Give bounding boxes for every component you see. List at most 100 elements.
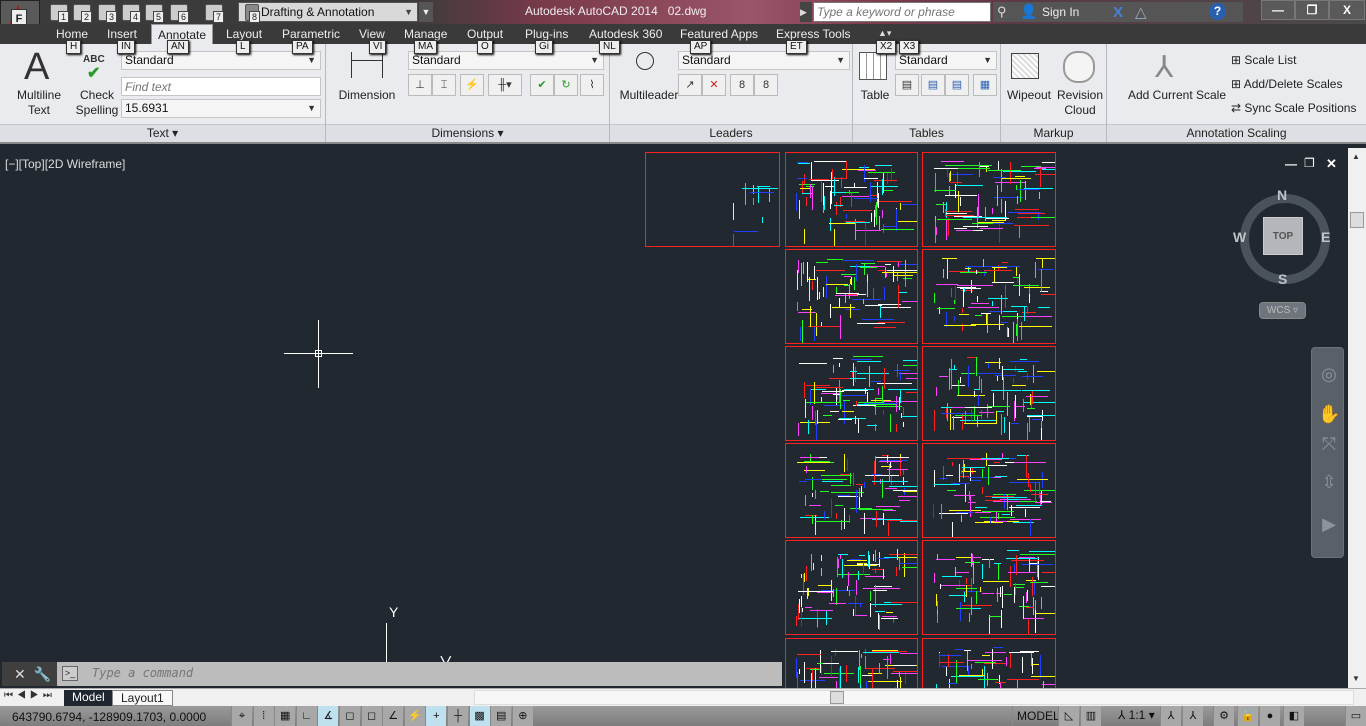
pan-icon[interactable]: ✋ <box>1318 404 1340 426</box>
orbit-icon[interactable]: ⇳ <box>1318 472 1340 494</box>
tab-view[interactable]: View <box>359 27 385 41</box>
showmotion-icon[interactable]: ▶ <box>1318 514 1340 536</box>
viewport-controls-label[interactable]: [−][Top][2D Wireframe] <box>5 157 125 171</box>
update-icon[interactable]: ↻ <box>554 74 578 96</box>
minimize-button[interactable]: — <box>1261 0 1295 20</box>
command-prompt-icon[interactable]: >_ <box>62 666 78 681</box>
continue-dim-icon[interactable]: ╫▾ <box>488 74 522 96</box>
quick-access-button[interactable]: 7 <box>205 4 224 23</box>
scroll-thumb[interactable] <box>1350 212 1364 228</box>
extract-data-icon[interactable]: ▤ <box>895 74 919 96</box>
workspace-switching-icon[interactable]: ⚙ <box>1213 706 1234 726</box>
viewport-close-button[interactable]: ✕ <box>1326 156 1337 172</box>
multiline-text-button[interactable]: Multiline Text <box>12 88 66 118</box>
table-button[interactable]: Table <box>857 88 893 103</box>
tab-manage[interactable]: Manage <box>404 27 447 41</box>
tab-navigation-arrows[interactable]: ⏮◀▶⏭ <box>4 690 56 701</box>
drawing-sheet[interactable] <box>645 152 780 247</box>
leaders-panel-label[interactable]: Leaders <box>610 124 852 142</box>
model-space-toggle[interactable]: MODEL <box>1012 706 1064 726</box>
jogged-linear-icon[interactable]: ⌇ <box>580 74 604 96</box>
tab-express-tools[interactable]: Express Tools <box>776 27 850 41</box>
inspect-icon[interactable]: ✔ <box>530 74 554 96</box>
autodesk-360-icon[interactable]: △ <box>1135 3 1147 21</box>
wcs-dropdown[interactable]: WCS ▿ <box>1259 302 1306 319</box>
grid-display-toggle-icon[interactable]: ▦ <box>274 706 296 726</box>
dim-space-icon[interactable]: ⌶ <box>432 74 456 96</box>
search-input[interactable] <box>813 2 991 22</box>
drawing-sheet[interactable] <box>922 540 1056 635</box>
viewcube-top-face[interactable]: TOP <box>1263 217 1303 255</box>
search-expand-icon[interactable]: ▶ <box>800 2 812 22</box>
vertical-scrollbar[interactable]: ▲ ▼ <box>1348 148 1366 688</box>
tab-model[interactable]: Model <box>64 690 113 706</box>
scroll-thumb[interactable] <box>830 691 844 704</box>
compass-east[interactable]: E <box>1321 229 1330 245</box>
drawing-sheet[interactable] <box>922 638 1056 688</box>
wrench-icon[interactable]: 🔧 <box>34 666 51 682</box>
tab-autodesk-360[interactable]: Autodesk 360 <box>589 27 662 41</box>
drawing-sheet[interactable] <box>922 346 1056 441</box>
clean-screen-icon[interactable]: ▭ <box>1345 706 1366 726</box>
restore-button[interactable]: ❐ <box>1295 0 1329 20</box>
add-delete-scales-button[interactable]: ⊞ Add/Delete Scales <box>1231 77 1342 91</box>
lock-icon[interactable]: 🔓 <box>1237 706 1258 726</box>
tab-plug-ins[interactable]: Plug-ins <box>525 27 568 41</box>
quick-access-button[interactable]: 3 <box>98 4 117 23</box>
ortho-mode-toggle-icon[interactable]: ∟ <box>295 706 317 726</box>
upload-data-icon[interactable]: ▤ <box>945 74 969 96</box>
drawing-sheet[interactable] <box>785 540 918 635</box>
drawing-viewport[interactable]: [−][Top][2D Wireframe] Y ╳ — ❐ ✕ TOP N S… <box>0 148 1348 688</box>
scroll-up-icon[interactable]: ▲ <box>1352 152 1360 161</box>
link-data-icon[interactable]: ▤ <box>921 74 945 96</box>
drawing-sheet[interactable] <box>922 443 1056 538</box>
quick-properties-toggle-icon[interactable]: ▤ <box>490 706 512 726</box>
sign-in-button[interactable]: Sign In <box>1042 5 1079 19</box>
quick-access-button[interactable]: 5 <box>145 4 164 23</box>
wipeout-button[interactable]: Wipeout <box>1003 88 1055 103</box>
drawing-sheet[interactable] <box>922 152 1056 247</box>
add-current-scale-button[interactable]: Add Current Scale <box>1117 88 1237 103</box>
tab-insert[interactable]: Insert <box>107 27 137 41</box>
quick-access-button[interactable]: 2 <box>73 4 92 23</box>
drawing-sheet[interactable] <box>785 346 918 441</box>
workspace-dropdown[interactable]: Drafting & Annotation ▼ <box>238 2 418 22</box>
drawing-sheet[interactable] <box>785 152 918 247</box>
dynamic-ucs-toggle-icon[interactable]: ⚡ <box>403 706 425 726</box>
infer-constraints-toggle-icon[interactable]: ⌖ <box>231 706 252 726</box>
text-panel-label[interactable]: Text ▾ <box>0 124 325 142</box>
isolate-objects-icon[interactable]: ◧ <box>1283 706 1304 726</box>
horizontal-scrollbar[interactable] <box>474 690 1354 705</box>
help-icon[interactable]: ? <box>1209 3 1226 20</box>
snap-mode-toggle-icon[interactable]: ⁞ <box>252 706 274 726</box>
polar-tracking-toggle-icon[interactable]: ∡ <box>317 706 339 726</box>
layout-view-icon[interactable]: ◺ <box>1058 706 1079 726</box>
lineweight-toggle-icon[interactable]: ┼ <box>447 706 468 726</box>
quick-access-button[interactable]: 4 <box>122 4 141 23</box>
minimize-ribbon-button[interactable]: ▲▾ <box>878 28 891 39</box>
annotation-scale-dropdown[interactable]: ⅄ 1:1 ▾ <box>1118 708 1155 722</box>
tab-output[interactable]: Output <box>467 27 503 41</box>
coordinates-readout[interactable]: 643790.6794, -128909.1703, 0.0000 <box>12 710 206 724</box>
dimension-button[interactable]: Dimension <box>336 88 398 103</box>
quick-access-button[interactable]: 1 <box>50 4 69 23</box>
selection-cycling-toggle-icon[interactable]: ⊕ <box>511 706 533 726</box>
download-data-icon[interactable]: ▦ <box>973 74 997 96</box>
revision-cloud-button[interactable]: Revision Cloud <box>1055 88 1105 118</box>
tab-layout[interactable]: Layout <box>226 27 262 41</box>
command-input[interactable] <box>92 666 392 680</box>
compass-north[interactable]: N <box>1277 187 1287 203</box>
object-snap-toggle-icon[interactable]: ◻ <box>360 706 382 726</box>
scale-list-button[interactable]: ⊞ Scale List <box>1231 53 1296 67</box>
customize-quick-access-button[interactable]: ▼ <box>419 2 433 22</box>
drawing-sheet[interactable] <box>922 249 1056 344</box>
compass-south[interactable]: S <box>1278 271 1287 287</box>
tables-panel-label[interactable]: Tables <box>853 124 1000 142</box>
steering-wheel-icon[interactable]: ◎ <box>1318 364 1340 386</box>
hardware-acceleration-icon[interactable]: ● <box>1259 706 1280 726</box>
text-style-dropdown[interactable]: Standard ▼ <box>121 51 321 70</box>
dynamic-input-toggle-icon[interactable]: + <box>425 706 447 726</box>
quick-view-icon[interactable]: ▥ <box>1080 706 1101 726</box>
add-leader-icon[interactable]: ↗ <box>678 74 702 96</box>
close-button[interactable]: X <box>1329 0 1365 20</box>
